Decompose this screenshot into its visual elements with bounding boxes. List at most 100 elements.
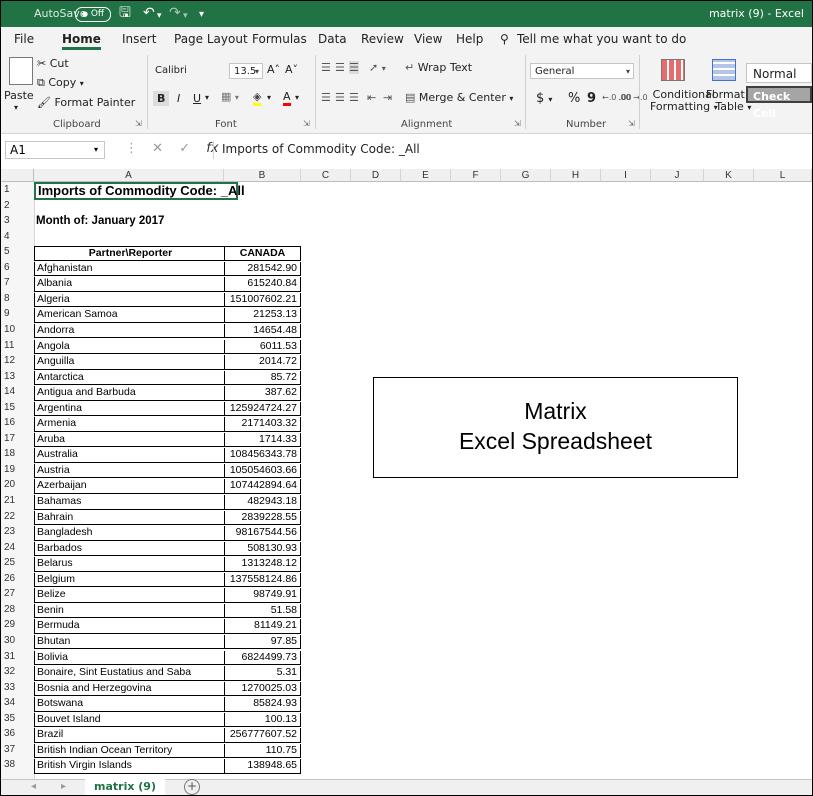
partner-name-cell[interactable]: American Samoa — [34, 308, 224, 323]
row-header[interactable]: 31 — [1, 651, 34, 663]
row-header[interactable]: 11 — [1, 340, 34, 352]
italic-button[interactable]: I — [177, 92, 180, 105]
reporter-header-cell[interactable]: CANADA — [224, 246, 301, 261]
row-header[interactable]: 5 — [1, 246, 34, 258]
row-header[interactable]: 28 — [1, 604, 34, 616]
row-header[interactable]: 33 — [1, 682, 34, 694]
column-header-l[interactable]: L — [754, 169, 812, 182]
partner-name-cell[interactable]: British Virgin Islands — [34, 759, 224, 774]
partner-header-cell[interactable]: Partner\Reporter — [34, 246, 224, 261]
partner-name-cell[interactable]: Bonaire, Sint Eustatius and Saba — [34, 666, 224, 681]
import-value-cell[interactable]: 5.31 — [224, 666, 301, 681]
column-header-i[interactable]: I — [601, 169, 651, 182]
import-value-cell[interactable]: 98749.91 — [224, 588, 301, 603]
column-header-h[interactable]: H — [551, 169, 601, 182]
font-size-combo[interactable]: 13.5 ▾ — [229, 63, 263, 79]
align-left-icon[interactable]: ☰ — [321, 91, 331, 104]
partner-name-cell[interactable]: Barbados — [34, 541, 224, 557]
font-name-combo[interactable]: Calibri — [151, 63, 227, 79]
import-value-cell[interactable]: 137558124.86 — [224, 572, 301, 588]
partner-name-cell[interactable]: Belarus — [34, 557, 224, 572]
column-header-b[interactable]: B — [224, 169, 301, 182]
import-value-cell[interactable]: 281542.90 — [224, 261, 301, 277]
import-value-cell[interactable]: 14654.48 — [224, 323, 301, 339]
currency-button[interactable]: $ ▾ — [536, 91, 552, 106]
tab-home[interactable]: Home — [62, 32, 101, 50]
import-value-cell[interactable]: 105054603.66 — [224, 463, 301, 479]
row-header[interactable]: 10 — [1, 324, 34, 336]
more-icon[interactable]: ⋮ — [125, 141, 138, 156]
row-header[interactable]: 13 — [1, 371, 34, 383]
row-header[interactable]: 29 — [1, 619, 34, 631]
partner-name-cell[interactable]: Brazil — [34, 728, 224, 743]
partner-name-cell[interactable]: Bouvet Island — [34, 712, 224, 728]
row-header[interactable]: 21 — [1, 495, 34, 507]
number-format-combo[interactable]: General ▾ — [530, 63, 634, 79]
number-launcher-icon[interactable]: ⇲ — [628, 119, 635, 128]
partner-name-cell[interactable]: Bangladesh — [34, 526, 224, 541]
import-value-cell[interactable]: 21253.13 — [224, 308, 301, 323]
enter-icon[interactable]: ✓ — [179, 141, 190, 156]
partner-name-cell[interactable]: Benin — [34, 603, 224, 619]
import-value-cell[interactable]: 81149.21 — [224, 619, 301, 634]
cell-b[interactable] — [224, 231, 301, 246]
row-header[interactable]: 35 — [1, 713, 34, 725]
import-value-cell[interactable]: 107442894.64 — [224, 479, 301, 494]
tab-page-layout[interactable]: Page Layout — [174, 32, 248, 46]
partner-name-cell[interactable]: Austria — [34, 463, 224, 479]
tab-help[interactable]: Help — [456, 32, 483, 46]
partner-name-cell[interactable]: Australia — [34, 448, 224, 463]
import-value-cell[interactable]: 1270025.03 — [224, 681, 301, 697]
row-header[interactable]: 7 — [1, 277, 34, 289]
import-value-cell[interactable]: 151007602.21 — [224, 292, 301, 308]
column-header-f[interactable]: F — [451, 169, 501, 182]
row-header[interactable]: 9 — [1, 308, 34, 320]
import-value-cell[interactable]: 482943.18 — [224, 495, 301, 510]
import-value-cell[interactable]: 6011.53 — [224, 339, 301, 355]
fill-color-icon[interactable]: ◈ — [253, 90, 262, 106]
select-all-corner[interactable] — [1, 169, 34, 182]
import-value-cell[interactable]: 108456343.78 — [224, 448, 301, 463]
fill-dropdown-icon[interactable]: ▾ — [267, 93, 271, 102]
row-header[interactable]: 2 — [1, 200, 34, 212]
bold-button[interactable]: B — [153, 91, 170, 106]
partner-name-cell[interactable]: Antigua and Barbuda — [34, 386, 224, 401]
partner-name-cell[interactable]: British Indian Ocean Territory — [34, 743, 224, 759]
add-sheet-icon[interactable]: + — [184, 779, 200, 795]
column-header-a[interactable]: A — [34, 169, 224, 182]
row-header[interactable]: 17 — [1, 433, 34, 445]
row-header[interactable]: 18 — [1, 448, 34, 460]
row-header[interactable]: 38 — [1, 759, 34, 771]
row-header[interactable]: 1 — [1, 184, 34, 196]
paste-dropdown-icon[interactable]: ▾ — [14, 103, 18, 112]
row-header[interactable]: 19 — [1, 464, 34, 476]
partner-name-cell[interactable]: Belgium — [34, 572, 224, 588]
row-header[interactable]: 14 — [1, 386, 34, 398]
import-value-cell[interactable]: 85824.93 — [224, 697, 301, 712]
redo-dropdown-icon[interactable]: ▾ — [183, 8, 188, 24]
row-header[interactable]: 16 — [1, 417, 34, 429]
tab-review[interactable]: Review — [361, 32, 404, 46]
row-header[interactable]: 37 — [1, 744, 34, 756]
tab-formulas[interactable]: Formulas — [252, 32, 307, 46]
partner-name-cell[interactable]: Bermuda — [34, 619, 224, 634]
column-header-c[interactable]: C — [301, 169, 351, 182]
column-header-g[interactable]: G — [501, 169, 551, 182]
alignment-launcher-icon[interactable]: ⇲ — [514, 119, 521, 128]
column-header-j[interactable]: J — [651, 169, 704, 182]
row-header[interactable]: 8 — [1, 293, 34, 305]
underline-button[interactable]: U — [193, 92, 201, 105]
row-header[interactable]: 15 — [1, 402, 34, 414]
partner-name-cell[interactable]: Belize — [34, 588, 224, 603]
row-header[interactable]: 36 — [1, 728, 34, 740]
cancel-icon[interactable]: ✕ — [152, 141, 163, 156]
partner-name-cell[interactable]: Andorra — [34, 323, 224, 339]
format-painter-button[interactable]: 🖌 Format Painter — [37, 96, 135, 109]
import-value-cell[interactable]: 6824499.73 — [224, 650, 301, 666]
import-value-cell[interactable]: 1714.33 — [224, 432, 301, 448]
tab-insert[interactable]: Insert — [122, 32, 156, 46]
partner-name-cell[interactable]: Algeria — [34, 292, 224, 308]
save-icon[interactable]: 🖫 — [119, 5, 131, 21]
cut-button[interactable]: ✂ Cut — [37, 57, 69, 70]
style-check-cell[interactable]: Check Cell — [746, 86, 812, 120]
